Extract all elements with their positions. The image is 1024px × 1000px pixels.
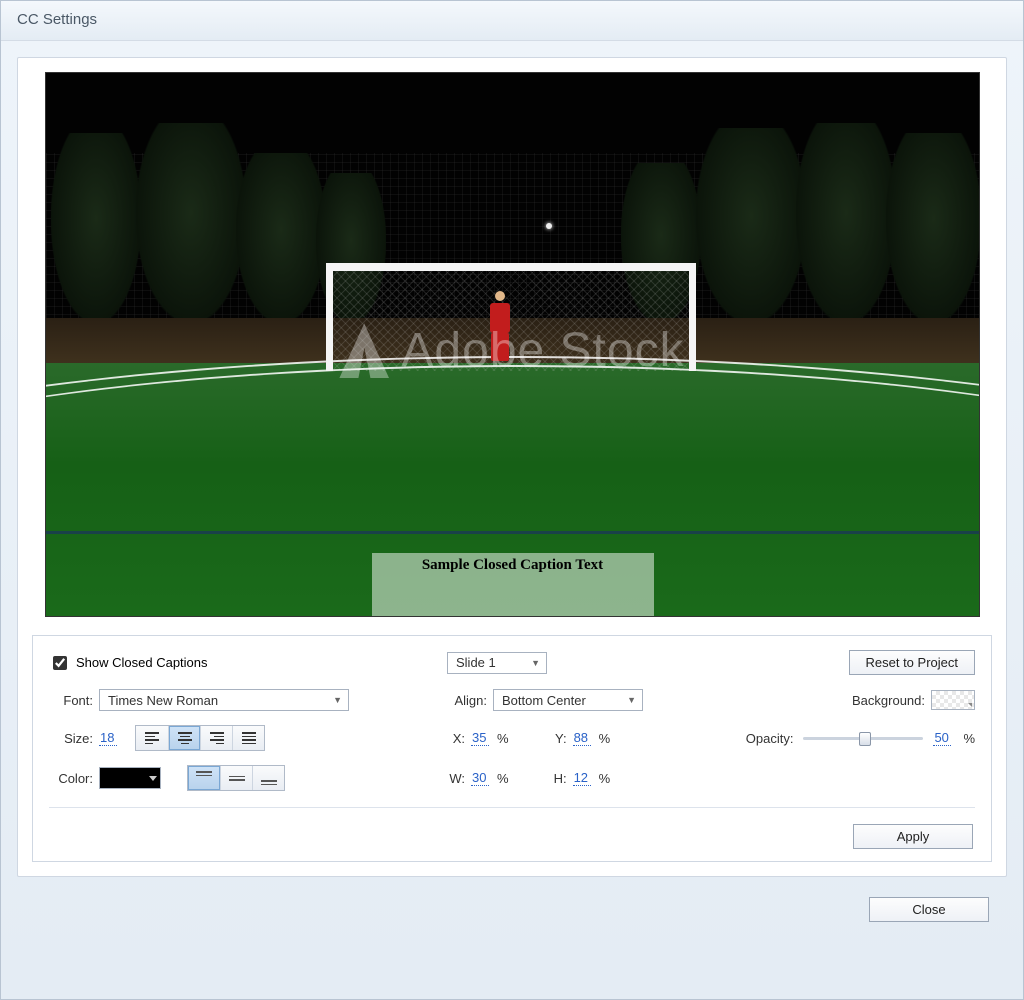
text-color-swatch[interactable] bbox=[99, 767, 161, 789]
slide-selector-value: Slide 1 bbox=[456, 655, 496, 670]
valign-middle-button[interactable] bbox=[220, 766, 252, 790]
y-value[interactable]: 88 bbox=[573, 730, 591, 746]
cc-settings-window: CC Settings bbox=[0, 0, 1024, 1000]
show-cc-input[interactable] bbox=[53, 656, 67, 670]
align-center-button[interactable] bbox=[168, 726, 200, 750]
font-value: Times New Roman bbox=[108, 693, 218, 708]
slide-selector[interactable]: Slide 1 ▼ bbox=[447, 652, 547, 674]
percent-symbol: % bbox=[599, 731, 611, 746]
vertical-align-group bbox=[187, 765, 285, 791]
font-label: Font: bbox=[49, 693, 93, 708]
caption-preview: Adobe Stock Sample Closed Caption Text bbox=[45, 72, 980, 617]
size-label: Size: bbox=[49, 731, 93, 746]
opacity-value[interactable]: 50 bbox=[933, 730, 951, 746]
background-label: Background: bbox=[852, 693, 925, 708]
percent-symbol: % bbox=[497, 771, 509, 786]
inner-panel: Adobe Stock Sample Closed Caption Text S… bbox=[17, 57, 1007, 877]
separator bbox=[49, 807, 975, 808]
align-value: Bottom Center bbox=[502, 693, 586, 708]
percent-symbol: % bbox=[497, 731, 509, 746]
h-label: H: bbox=[549, 771, 567, 786]
valign-top-button[interactable] bbox=[188, 766, 220, 790]
y-label: Y: bbox=[549, 731, 567, 746]
dialog-body: Adobe Stock Sample Closed Caption Text S… bbox=[1, 41, 1023, 999]
w-value[interactable]: 30 bbox=[471, 770, 489, 786]
w-label: W: bbox=[447, 771, 465, 786]
opacity-slider[interactable] bbox=[803, 730, 923, 746]
align-justify-button[interactable] bbox=[232, 726, 264, 750]
align-label: Align: bbox=[447, 693, 487, 708]
percent-symbol: % bbox=[963, 731, 975, 746]
settings-panel: Show Closed Captions Slide 1 ▼ Reset to … bbox=[32, 635, 992, 862]
font-dropdown[interactable]: Times New Roman ▼ bbox=[99, 689, 349, 711]
align-right-button[interactable] bbox=[200, 726, 232, 750]
text-align-group bbox=[135, 725, 265, 751]
opacity-label: Opacity: bbox=[746, 731, 794, 746]
apply-button[interactable]: Apply bbox=[853, 824, 973, 849]
h-value[interactable]: 12 bbox=[573, 770, 591, 786]
reset-to-project-button[interactable]: Reset to Project bbox=[849, 650, 976, 675]
percent-symbol: % bbox=[599, 771, 611, 786]
align-dropdown[interactable]: Bottom Center ▼ bbox=[493, 689, 643, 711]
window-title: CC Settings bbox=[1, 1, 1023, 41]
size-value[interactable]: 18 bbox=[99, 730, 117, 746]
caption-sample-text: Sample Closed Caption Text bbox=[422, 557, 603, 573]
x-label: X: bbox=[447, 731, 465, 746]
background-color-swatch[interactable] bbox=[931, 690, 975, 710]
chevron-down-icon: ▼ bbox=[531, 658, 540, 668]
chevron-down-icon: ▼ bbox=[627, 695, 636, 705]
close-button[interactable]: Close bbox=[869, 897, 989, 922]
show-cc-checkbox[interactable]: Show Closed Captions bbox=[49, 653, 208, 673]
color-label: Color: bbox=[49, 771, 93, 786]
show-cc-label: Show Closed Captions bbox=[76, 655, 208, 670]
caption-sample-box[interactable]: Sample Closed Caption Text bbox=[372, 553, 654, 617]
valign-bottom-button[interactable] bbox=[252, 766, 284, 790]
x-value[interactable]: 35 bbox=[471, 730, 489, 746]
align-left-button[interactable] bbox=[136, 726, 168, 750]
chevron-down-icon: ▼ bbox=[333, 695, 342, 705]
